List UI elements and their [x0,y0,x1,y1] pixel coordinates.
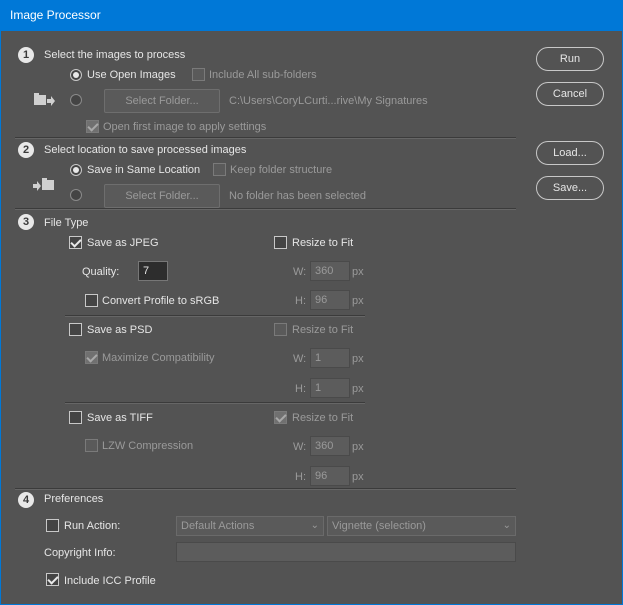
step-4-badge: 4 [18,492,34,508]
keep-folder-structure-label[interactable]: Keep folder structure [230,163,332,177]
tiff-w-unit: px [352,441,364,453]
save-as-jpeg-checkbox[interactable] [69,236,82,249]
psd-resize-checkbox[interactable] [274,323,287,336]
tiff-resize-checkbox[interactable] [274,411,287,424]
jpeg-height-input[interactable]: 96 [310,290,350,310]
save-button[interactable]: Save... [536,176,604,200]
convert-srgb-checkbox[interactable] [85,294,98,307]
quality-label: Quality: [82,266,120,278]
jpeg-width-input[interactable]: 360 [310,261,350,281]
copyright-label: Copyright Info: [44,547,116,559]
psd-w-label: W: [293,353,307,365]
step-1-badge: 1 [18,47,34,63]
chevron-down-icon: ⌄ [310,520,319,531]
save-same-location-label[interactable]: Save in Same Location [87,163,200,177]
separator [65,315,365,317]
include-subfolders-label[interactable]: Include All sub-folders [209,68,317,82]
action-set-select[interactable]: Default Actions ⌄ [176,516,324,536]
tiff-h-unit: px [352,471,364,483]
jpeg-h-label: H: [295,295,306,307]
include-icc-checkbox[interactable] [46,573,59,586]
separator [15,137,516,139]
psd-height-input[interactable]: 1 [310,378,350,398]
chevron-down-icon: ⌄ [502,520,511,531]
open-first-image-label[interactable]: Open first image to apply settings [103,120,266,134]
run-action-label[interactable]: Run Action: [64,519,120,533]
source-path-text: C:\Users\CoryLCurti...rive\My Signatures [229,95,428,107]
load-button[interactable]: Load... [536,141,604,165]
tiff-resize-label[interactable]: Resize to Fit [292,411,353,425]
save-as-psd-label[interactable]: Save as PSD [87,323,152,337]
tiff-w-label: W: [293,441,307,453]
separator [15,488,516,490]
lzw-compression-checkbox[interactable] [85,439,98,452]
psd-w-unit: px [352,353,364,365]
run-button[interactable]: Run [536,47,604,71]
folder-source-icon [34,93,55,106]
section3-title: File Type [44,217,89,229]
section1-title: Select the images to process [44,49,186,61]
maximize-compat-label[interactable]: Maximize Compatibility [102,351,214,365]
jpeg-h-unit: px [352,295,364,307]
step-3-badge: 3 [18,214,34,230]
image-processor-dialog: 1 Select the images to process Use Open … [0,31,623,605]
psd-width-input[interactable]: 1 [310,348,350,368]
tiff-width-input[interactable]: 360 [310,436,350,456]
separator [65,402,365,404]
keep-folder-structure-checkbox[interactable] [213,163,226,176]
convert-srgb-label[interactable]: Convert Profile to sRGB [102,294,219,308]
separator [15,208,516,210]
run-action-checkbox[interactable] [46,519,59,532]
select-folder-radio[interactable] [70,94,82,106]
use-open-images-radio[interactable] [70,69,82,81]
section4-title: Preferences [44,493,104,505]
cancel-button[interactable]: Cancel [536,82,604,106]
save-as-tiff-label[interactable]: Save as TIFF [87,411,153,425]
dest-status-text: No folder has been selected [229,190,366,202]
lzw-compression-label[interactable]: LZW Compression [102,439,193,453]
action-select[interactable]: Vignette (selection) ⌄ [327,516,516,536]
section2-title: Select location to save processed images [44,144,247,156]
select-dest-folder-button[interactable]: Select Folder... [104,184,220,208]
step-2-badge: 2 [18,142,34,158]
use-open-images-label[interactable]: Use Open Images [87,68,176,82]
save-as-tiff-checkbox[interactable] [69,411,82,424]
folder-destination-icon [33,178,54,191]
jpeg-w-label: W: [293,266,307,278]
select-dest-folder-radio[interactable] [70,189,82,201]
action-set-value: Default Actions [181,520,255,532]
jpeg-resize-checkbox[interactable] [274,236,287,249]
psd-h-label: H: [295,383,306,395]
tiff-h-label: H: [295,471,306,483]
copyright-input[interactable] [176,542,516,562]
tiff-height-input[interactable]: 96 [310,466,350,486]
save-as-jpeg-label[interactable]: Save as JPEG [87,236,159,250]
title-bar: Image Processor [0,0,623,31]
jpeg-w-unit: px [352,266,364,278]
action-value: Vignette (selection) [332,520,426,532]
quality-input[interactable]: 7 [138,261,168,281]
select-source-folder-button[interactable]: Select Folder... [104,89,220,113]
save-same-location-radio[interactable] [70,164,82,176]
open-first-image-checkbox[interactable] [86,120,99,133]
maximize-compat-checkbox[interactable] [85,351,98,364]
window-title: Image Processor [10,8,101,22]
jpeg-resize-label[interactable]: Resize to Fit [292,236,353,250]
psd-resize-label[interactable]: Resize to Fit [292,323,353,337]
psd-h-unit: px [352,383,364,395]
include-subfolders-checkbox[interactable] [192,68,205,81]
save-as-psd-checkbox[interactable] [69,323,82,336]
include-icc-label[interactable]: Include ICC Profile [64,574,156,588]
